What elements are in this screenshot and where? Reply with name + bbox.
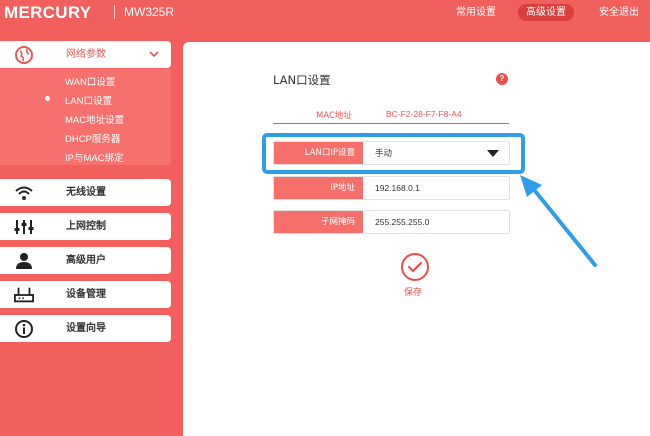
sidebar-item-wireless[interactable]: 无线设置 bbox=[0, 179, 171, 206]
nav-common-settings[interactable]: 常用设置 bbox=[453, 4, 499, 21]
active-dot bbox=[45, 96, 50, 101]
save-label: 保存 bbox=[404, 288, 423, 298]
sidebar-item-label: 网络参数 bbox=[66, 49, 106, 60]
subnet-mask-value[interactable]: 255.255.255.0 bbox=[375, 211, 429, 233]
subnet-mask-field[interactable]: 子网掩码 255.255.255.0 bbox=[273, 210, 510, 234]
save-button[interactable] bbox=[401, 253, 429, 281]
brand-logo: MERCURY bbox=[4, 3, 92, 22]
sidebar-item-device-management[interactable]: 设备管理 bbox=[0, 281, 171, 308]
sidebar-item-label: 上网控制 bbox=[66, 221, 106, 232]
sliders-icon bbox=[14, 217, 34, 236]
ip-address-label: IP地址 bbox=[274, 177, 363, 199]
page-title: LAN口设置 bbox=[273, 73, 331, 87]
sidebar-item-setup-wizard[interactable]: 设置向导 bbox=[0, 315, 171, 342]
sidebar-item-network[interactable]: 网络参数 bbox=[0, 41, 171, 68]
network-submenu: WAN口设置 LAN口设置 MAC地址设置 DHCP服务器 IP与MAC绑定 bbox=[0, 69, 171, 165]
mac-address-row: MAC地址 BC-F2-28-F7-F8-A4 bbox=[273, 106, 509, 124]
sidebar-item-label: 设置向导 bbox=[66, 323, 106, 334]
submenu-wan[interactable]: WAN口设置 bbox=[65, 74, 115, 88]
checkmark-icon bbox=[407, 261, 423, 273]
highlight-frame bbox=[262, 133, 525, 174]
help-icon[interactable]: ? bbox=[496, 73, 508, 85]
sidebar-item-label: 设备管理 bbox=[66, 289, 106, 300]
sidebar-item-access-control[interactable]: 上网控制 bbox=[0, 213, 171, 240]
user-icon bbox=[14, 251, 34, 270]
model-name: MW325R bbox=[124, 5, 175, 19]
nav-logout[interactable]: 安全退出 bbox=[596, 4, 642, 21]
sidebar-item-label: 无线设置 bbox=[66, 187, 106, 198]
sidebar-item-advanced-user[interactable]: 高级用户 bbox=[0, 247, 171, 274]
ip-address-field[interactable]: IP地址 192.168.0.1 bbox=[273, 176, 510, 200]
pointer-arrow-icon bbox=[520, 175, 597, 267]
chevron-down-icon bbox=[149, 51, 159, 58]
wifi-icon bbox=[14, 183, 34, 202]
submenu-ip-mac-bind[interactable]: IP与MAC绑定 bbox=[65, 150, 124, 164]
subnet-mask-label: 子网掩码 bbox=[274, 211, 363, 233]
ip-address-value[interactable]: 192.168.0.1 bbox=[375, 177, 420, 199]
submenu-mac[interactable]: MAC地址设置 bbox=[65, 112, 124, 126]
submenu-dhcp[interactable]: DHCP服务器 bbox=[65, 131, 120, 145]
logo-divider bbox=[114, 5, 115, 19]
info-icon bbox=[14, 319, 34, 338]
nav-advanced-settings[interactable]: 高级设置 bbox=[518, 4, 574, 21]
mac-address-value: BC-F2-28-F7-F8-A4 bbox=[386, 109, 462, 119]
submenu-lan[interactable]: LAN口设置 bbox=[65, 93, 112, 107]
sidebar-item-label: 高级用户 bbox=[66, 255, 106, 266]
top-bar: MERCURY MW325R 常用设置 高级设置 安全退出 bbox=[0, 0, 650, 26]
mac-address-label: MAC地址 bbox=[316, 111, 352, 121]
globe-icon bbox=[14, 45, 34, 64]
router-icon bbox=[14, 285, 34, 304]
